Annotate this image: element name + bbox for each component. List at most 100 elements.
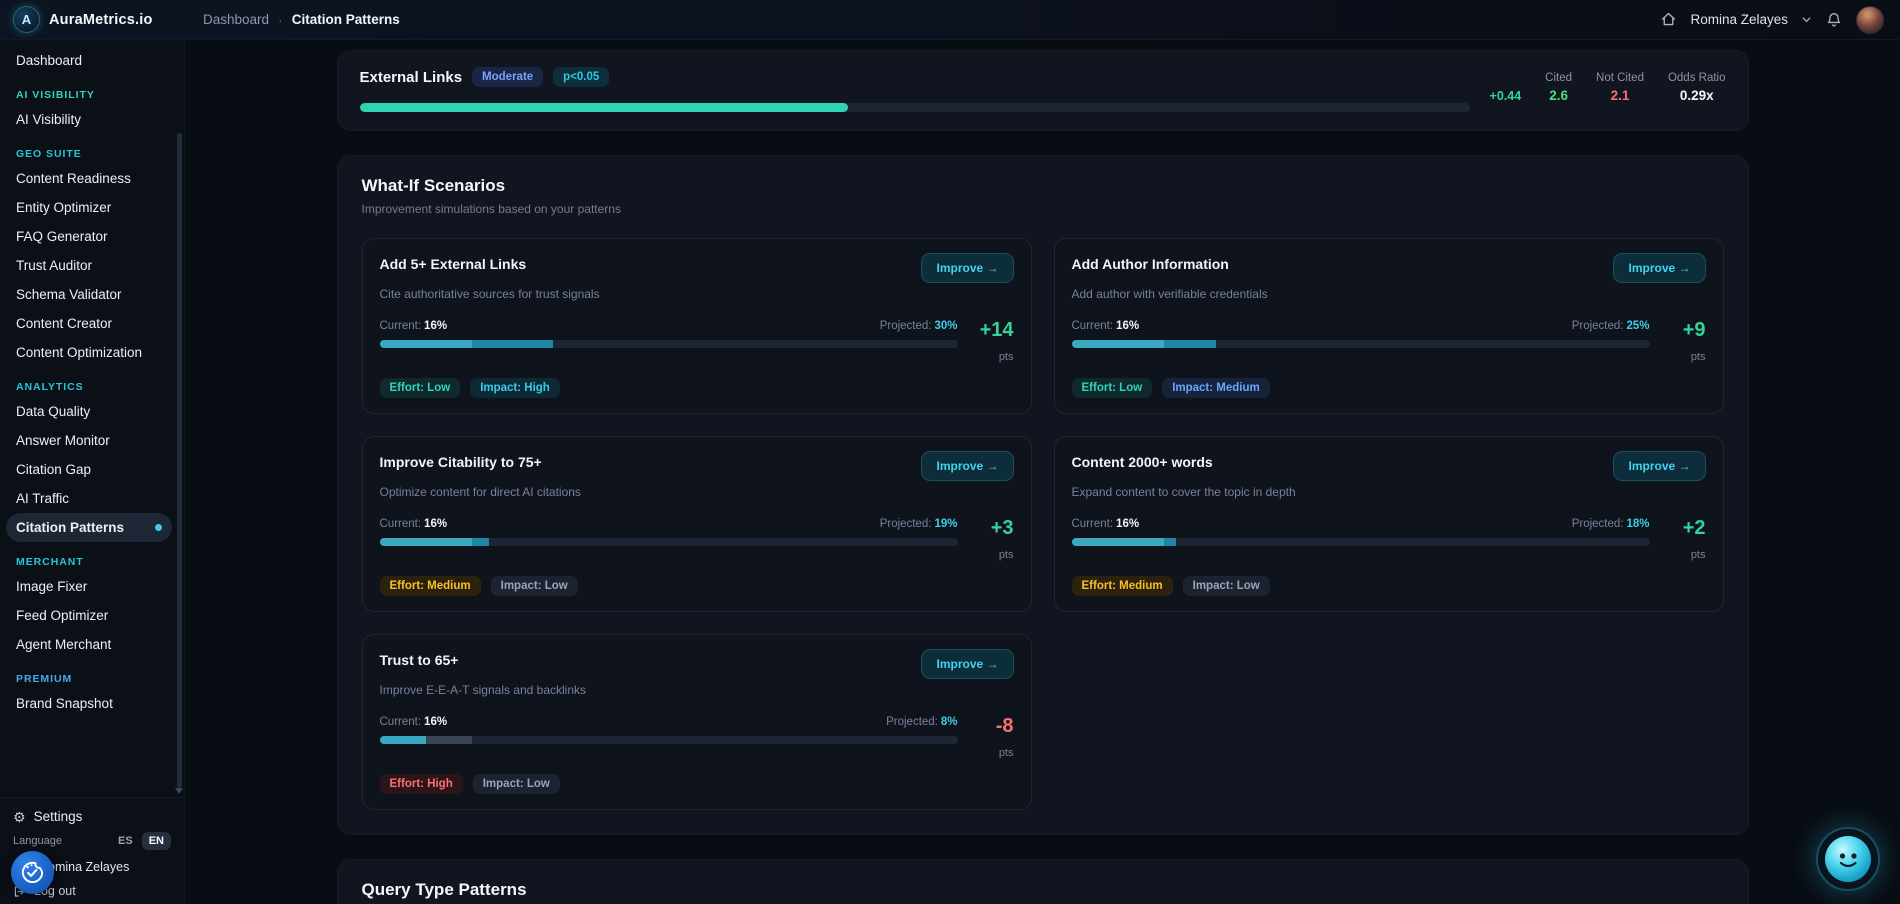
sidebar-group: AI VISIBILITY AI Visibility <box>6 89 172 134</box>
scenario-points: +3 pts <box>972 518 1014 561</box>
language-switcher: Language ESEN <box>13 832 171 850</box>
scenario-title: Trust to 65+ <box>380 649 459 668</box>
scenario-points: +14 pts <box>972 320 1014 363</box>
sidebar-item[interactable]: Dashboard <box>6 46 172 75</box>
main-content: External Links Moderatep<0.05 +0.44 <box>185 40 1900 904</box>
sidebar-item[interactable]: AI Traffic <box>6 484 172 513</box>
whatif-title: What-If Scenarios <box>362 176 1724 196</box>
sidebar-item[interactable]: Citation Patterns <box>6 513 172 542</box>
stat-value: 0.29x <box>1668 88 1726 103</box>
scenario-projected: Projected:8% <box>886 716 957 728</box>
stat-label: Odds Ratio <box>1668 72 1726 84</box>
sidebar-scrollbar-arrow-icon[interactable] <box>175 788 183 794</box>
sidebar-item-label: Brand Snapshot <box>16 696 113 711</box>
scenario-description: Optimize content for direct AI citations <box>380 485 1014 499</box>
scenario-current: Current:16% <box>1072 518 1140 530</box>
correlation-stat: Odds Ratio 0.29x <box>1668 72 1726 103</box>
scenario-bar-projected-segment <box>426 736 472 744</box>
sidebar-item[interactable]: Trust Auditor <box>6 251 172 280</box>
whatif-card: What-If Scenarios Improvement simulation… <box>337 155 1749 835</box>
improve-button[interactable]: Improve → <box>921 649 1013 679</box>
scenario-bar-current-segment <box>380 736 426 744</box>
sidebar-item[interactable]: Content Optimization <box>6 338 172 367</box>
scenario-badges: Effort: High Impact: Low <box>380 774 1014 794</box>
scenario-badges: Effort: LowImpact: High <box>380 378 1014 398</box>
sidebar-item[interactable]: Citation Gap <box>6 455 172 484</box>
scenario-badge: Effort: Medium <box>1072 576 1173 596</box>
sidebar-item[interactable]: Brand Snapshot <box>6 689 172 718</box>
sidebar-primary-list: Dashboard <box>6 46 172 75</box>
chat-widget-button[interactable] <box>1816 827 1880 891</box>
scenario-current: Current:16% <box>380 518 448 530</box>
correlation-title: External Links <box>360 69 463 86</box>
scenario-bar-track <box>380 340 958 348</box>
sidebar-item[interactable]: Agent Merchant <box>6 630 172 659</box>
scenario-points-unit: pts <box>972 351 1014 363</box>
breadcrumb-page: Citation Patterns <box>292 12 400 27</box>
sidebar-item[interactable]: Image Fixer <box>6 572 172 601</box>
sidebar-item[interactable]: Data Quality <box>6 397 172 426</box>
sidebar-item[interactable]: Answer Monitor <box>6 426 172 455</box>
gear-icon: ⚙ <box>13 810 26 824</box>
topbar-user-name[interactable]: Romina Zelayes <box>1690 12 1788 27</box>
improve-button[interactable]: Improve → <box>1613 253 1705 283</box>
sidebar-item-label: Dashboard <box>16 53 82 68</box>
sidebar-group-items: Image Fixer Feed Optimizer Agent Merchan… <box>6 572 172 659</box>
sidebar-item-label: Content Readiness <box>16 171 131 186</box>
correlation-stats: Cited 2.6 Not Cited 2.1 Odds Ratio 0.29x <box>1545 72 1725 103</box>
scenario-bar-current-segment <box>1072 538 1164 546</box>
correlation-bar-fill <box>360 103 848 112</box>
scenario-title: Improve Citability to 75+ <box>380 451 542 470</box>
sidebar-item[interactable]: Entity Optimizer <box>6 193 172 222</box>
sidebar-item-label: Entity Optimizer <box>16 200 111 215</box>
scenario-badges: Effort: MediumImpact: Low <box>1072 576 1706 596</box>
active-dot-icon <box>155 524 162 531</box>
sidebar-item[interactable]: Content Creator <box>6 309 172 338</box>
scenario-description: Cite authoritative sources for trust sig… <box>380 287 1014 301</box>
sidebar-item-label: Feed Optimizer <box>16 608 108 623</box>
scenario-projected: Projected:18% <box>1572 518 1650 530</box>
scenario-bar-current-segment <box>380 538 472 546</box>
settings-button[interactable]: ⚙ Settings <box>13 809 171 824</box>
scenario-card: Content 2000+ words Improve → Expand con… <box>1054 436 1724 612</box>
chevron-down-icon[interactable] <box>1801 14 1812 25</box>
sidebar-item-label: Schema Validator <box>16 287 122 302</box>
user-avatar[interactable] <box>1856 6 1884 34</box>
brand[interactable]: A AuraMetrics.io <box>0 6 185 33</box>
sidebar-item[interactable]: FAQ Generator <box>6 222 172 251</box>
sidebar-group: GEO SUITE Content Readiness Entity Optim… <box>6 148 172 367</box>
scenario-badge: Effort: High <box>380 774 463 794</box>
sidebar-item[interactable]: Content Readiness <box>6 164 172 193</box>
scenario-badge: Impact: High <box>470 378 560 398</box>
stat-label: Cited <box>1545 72 1572 84</box>
accessibility-widget-button[interactable] <box>11 851 54 894</box>
scenario-badge: Impact: Low <box>473 774 560 794</box>
scenario-bar-track <box>380 736 958 744</box>
sidebar-item[interactable]: Schema Validator <box>6 280 172 309</box>
sidebar-item-label: Image Fixer <box>16 579 87 594</box>
scenario-bar-projected-segment <box>472 538 489 546</box>
scenario-card: Add 5+ External Links Improve → Cite aut… <box>362 238 1032 414</box>
sidebar-item-label: Content Optimization <box>16 345 142 360</box>
language-option-button[interactable]: EN <box>142 832 171 850</box>
query-patterns-title: Query Type Patterns <box>362 880 1724 900</box>
breadcrumb-section[interactable]: Dashboard <box>203 12 269 27</box>
scenario-projected: Projected:25% <box>1572 320 1650 332</box>
sidebar-scrollbar-thumb[interactable] <box>177 133 182 788</box>
improve-button[interactable]: Improve → <box>1613 451 1705 481</box>
language-options: ESEN <box>111 832 171 850</box>
language-option-button[interactable]: ES <box>111 832 140 850</box>
scenario-bar-projected-segment <box>1164 340 1216 348</box>
improve-button[interactable]: Improve → <box>921 253 1013 283</box>
improve-button[interactable]: Improve → <box>921 451 1013 481</box>
bell-icon[interactable] <box>1825 11 1843 29</box>
scenario-description: Expand content to cover the topic in dep… <box>1072 485 1706 499</box>
sidebar-item[interactable]: Feed Optimizer <box>6 601 172 630</box>
scenario-current: Current:16% <box>380 320 448 332</box>
scenario-badge: Effort: Medium <box>380 576 481 596</box>
sidebar-item[interactable]: AI Visibility <box>6 105 172 134</box>
home-icon[interactable] <box>1660 11 1677 28</box>
scenario-bar-current-segment <box>1072 340 1164 348</box>
sidebar-group-items: Content Readiness Entity Optimizer FAQ G… <box>6 164 172 367</box>
sidebar-group-items: AI Visibility <box>6 105 172 134</box>
